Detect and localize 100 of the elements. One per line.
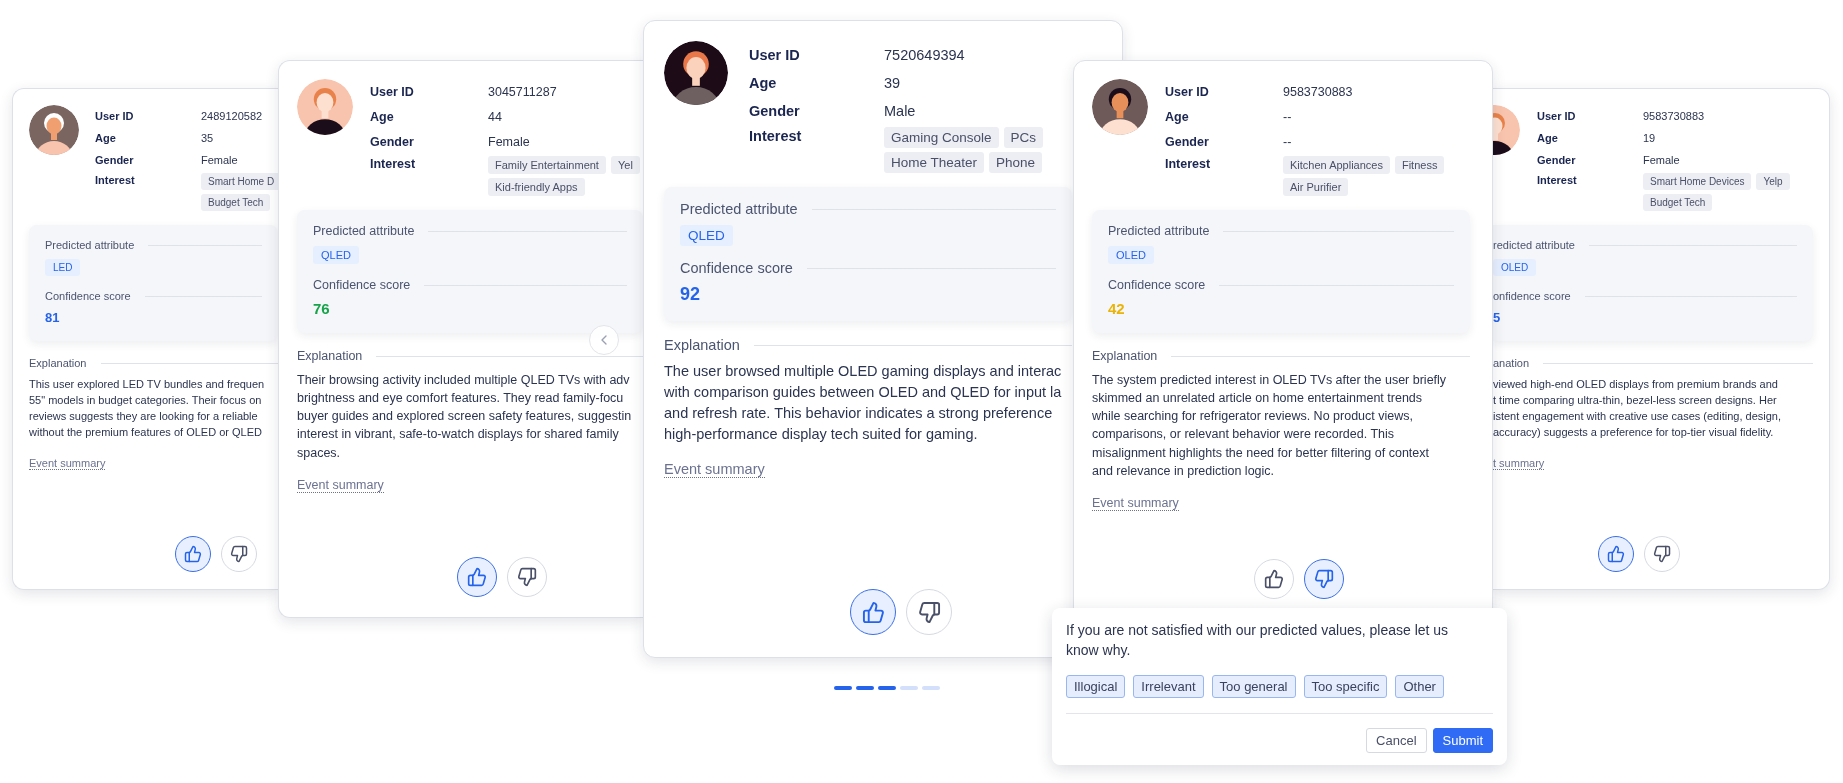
- field-value: 7520649394: [884, 47, 966, 63]
- explanation-line: interest in vibrant, safe-to-watch displays for shared family: [297, 426, 620, 444]
- section-heading: Explanation: [297, 349, 363, 363]
- thumbs-up-button[interactable]: [1598, 536, 1634, 572]
- confidence-score: 92: [680, 284, 702, 305]
- explanation-line: skimmed an unrelated article on home entertainment trends: [1092, 390, 1424, 408]
- interest-tag: PCs: [1003, 127, 1044, 148]
- field-value: --: [1283, 134, 1293, 149]
- avatar-icon: [1493, 105, 1520, 155]
- interest-tag: Budget Tech: [201, 194, 271, 211]
- event-summary-link[interactable]: Event summary: [29, 456, 106, 470]
- field-label: Age: [95, 132, 117, 144]
- attribute-tag: QLED: [313, 246, 359, 264]
- explanation-line: Their browsing activity included multiple QLED TVs with adv: [297, 372, 631, 389]
- thumbs-down-icon: [517, 567, 537, 587]
- field-label: User ID: [370, 84, 415, 99]
- thumbs-up-icon: [1264, 569, 1284, 589]
- thumbs-up-icon: [184, 545, 202, 563]
- section-heading: Explanation: [664, 337, 740, 353]
- confidence-score: 76: [313, 300, 331, 317]
- explanation-line: 55" models in budget categories. Their focus on: [29, 392, 263, 408]
- section-heading: Predicted attribute: [1108, 224, 1210, 238]
- field-label: Gender: [370, 134, 415, 149]
- field-label: Age: [749, 75, 778, 91]
- field-value: --: [1283, 109, 1293, 124]
- field-label: User ID: [1537, 110, 1577, 122]
- confidence-score: 5: [1493, 310, 1502, 325]
- explanation-line: spaces.: [297, 444, 342, 462]
- field-label: Interest: [1537, 174, 1578, 186]
- explanation-line: comparisons, or relevant behavior were recorded. This: [1092, 426, 1395, 444]
- interest-tag: Air Purifier: [1283, 178, 1349, 196]
- thumbs-up-icon: [467, 567, 487, 587]
- attribute-tag: OLED: [1108, 246, 1154, 264]
- thumbs-down-icon: [1653, 545, 1671, 563]
- interest-tag: Fitness: [1394, 156, 1445, 174]
- field-value: 9583730883: [1643, 110, 1706, 122]
- thumbs-down-icon: [230, 545, 248, 563]
- field-value: Female: [201, 154, 239, 166]
- attribute-tag: LED: [45, 259, 81, 276]
- section-heading: Explanation: [1092, 349, 1158, 363]
- explanation-line: The user browsed multiple OLED gaming displays and interac: [664, 362, 1063, 381]
- field-label: Gender: [95, 154, 135, 166]
- reason-option[interactable]: Other: [1395, 674, 1444, 698]
- attribute-tag: OLED: [1493, 259, 1537, 276]
- event-summary-link[interactable]: Event summary: [1092, 495, 1179, 511]
- explanation-line: buyer guides and explored screen safety features, suggestin: [297, 408, 633, 426]
- explanation-line: This user explored LED TV bundles and frequen: [29, 377, 266, 392]
- interest-tag: Home Theater: [884, 152, 985, 173]
- explanation-line: istent engagement with creative use cases (editing, design,: [1493, 408, 1782, 424]
- field-value: 3045711287: [488, 84, 558, 99]
- section-heading: redicted attribute: [1493, 239, 1575, 251]
- event-summary-link[interactable]: Event summary: [664, 461, 765, 479]
- interest-tag: Kid-friendly Apps: [488, 178, 585, 196]
- thumbs-up-button[interactable]: [850, 589, 896, 635]
- confidence-score: 81: [45, 310, 61, 325]
- field-label: User ID: [749, 47, 801, 63]
- explanation-line: The system predicted interest in OLED TVs after the user briefly: [1092, 372, 1448, 389]
- reason-option[interactable]: Too general: [1211, 674, 1296, 698]
- reason-option[interactable]: Irrelevant: [1133, 674, 1204, 698]
- interest-tag: Yelp: [1756, 173, 1790, 190]
- field-label: Interest: [749, 128, 803, 144]
- thumbs-up-button[interactable]: [175, 536, 211, 572]
- confidence-score: 42: [1108, 300, 1126, 317]
- section-heading: onfidence score: [1493, 290, 1571, 302]
- event-summary-link[interactable]: t summary: [1493, 456, 1545, 470]
- field-value: 35: [201, 132, 215, 144]
- field-value: 19: [1643, 132, 1657, 144]
- explanation-line: misalignment highlights the need for better filtering of context: [1092, 444, 1430, 462]
- interest-tag: Yel: [610, 156, 640, 174]
- explanation-line: high-performance display tech suited for gaming.: [664, 425, 979, 445]
- field-label: Interest: [370, 157, 417, 171]
- thumbs-down-button[interactable]: [1304, 559, 1344, 599]
- thumbs-up-button[interactable]: [457, 557, 497, 597]
- reason-option[interactable]: Illogical: [1066, 674, 1126, 698]
- cancel-button[interactable]: Cancel: [1366, 727, 1427, 753]
- page-indicator[interactable]: [834, 686, 852, 690]
- section-heading: Confidence score: [313, 278, 411, 292]
- avatar-icon: [297, 79, 353, 135]
- section-heading: Confidence score: [45, 290, 131, 302]
- field-value: Male: [884, 103, 917, 119]
- avatar-icon: [664, 41, 728, 105]
- submit-button[interactable]: Submit: [1432, 727, 1493, 753]
- page-indicator[interactable]: [856, 686, 874, 690]
- section-heading: Predicted attribute: [313, 224, 415, 238]
- field-label: Gender: [1165, 134, 1210, 149]
- reason-option[interactable]: Too specific: [1303, 674, 1388, 698]
- interest-tag: Gaming Console: [884, 127, 999, 148]
- event-summary-link[interactable]: Event summary: [297, 477, 384, 493]
- explanation-line: viewed high-end OLED displays from premium brands and: [1493, 377, 1779, 392]
- section-heading: Predicted attribute: [45, 239, 135, 251]
- page-indicator[interactable]: [878, 686, 896, 690]
- explanation-line: reviews suggests they are looking for a reliable: [29, 408, 259, 424]
- interest-tag: Phone: [989, 152, 1043, 173]
- thumbs-up-icon: [1607, 545, 1625, 563]
- explanation-line: brightness and eye comfort features. They read family-focu: [297, 390, 625, 408]
- avatar-icon: [29, 105, 79, 155]
- section-heading: Confidence score: [1108, 278, 1206, 292]
- field-label: Age: [370, 109, 395, 124]
- thumbs-down-icon: [917, 600, 941, 624]
- field-label: Interest: [1165, 157, 1212, 171]
